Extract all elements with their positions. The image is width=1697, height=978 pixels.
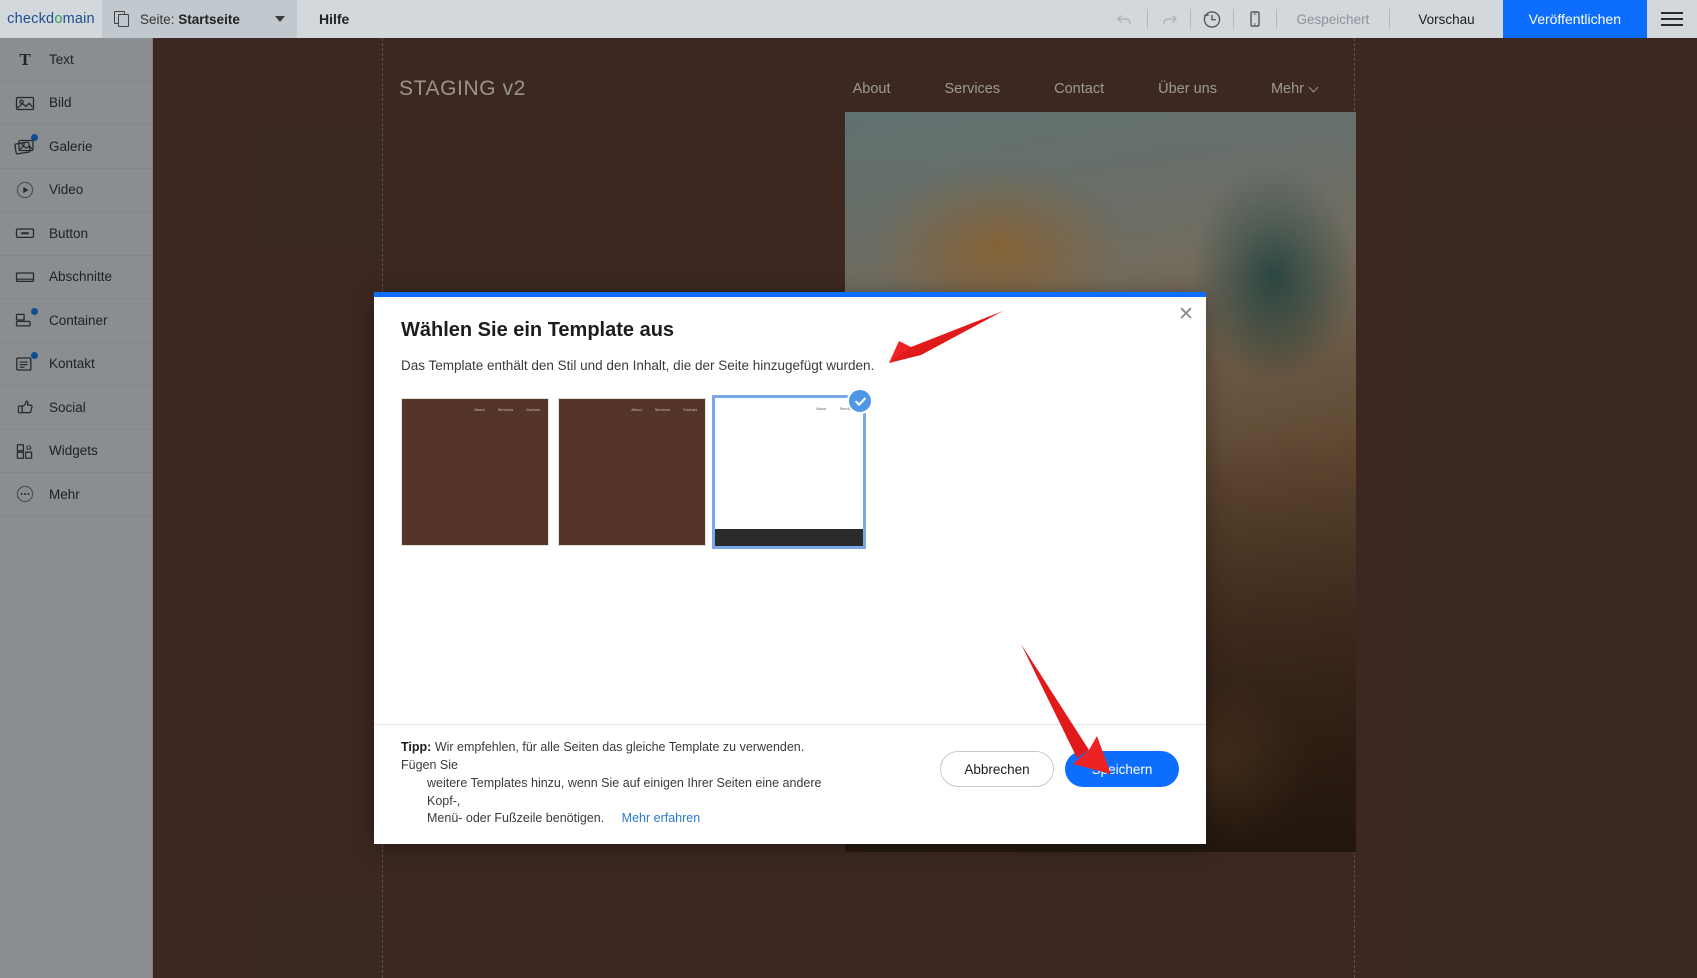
template-preview-nav-2: About Services Contact bbox=[631, 408, 697, 412]
tip-line-2: weitere Templates hinzu, wenn Sie auf ei… bbox=[401, 775, 837, 811]
toolbar-spacer bbox=[371, 0, 1104, 38]
preview-button[interactable]: Vorschau bbox=[1390, 0, 1502, 38]
tip-line-3: Menü- oder Fußzeile benötigen. bbox=[427, 811, 604, 825]
dialog-buttons: Abbrechen Speichern bbox=[940, 739, 1179, 787]
chevron-down-icon bbox=[275, 16, 285, 22]
redo-button[interactable] bbox=[1148, 0, 1190, 38]
page-selector-name: Startseite bbox=[178, 12, 240, 27]
template-preview-nav-1: About Services Contact bbox=[474, 408, 540, 412]
page-selector[interactable]: Seite: Startseite bbox=[102, 0, 297, 38]
checkdomain-logo[interactable]: checkdomain bbox=[0, 0, 102, 38]
dialog-subtitle: Das Template enthält den Stil und den In… bbox=[401, 358, 1179, 373]
tpl3-nav-about: About bbox=[816, 407, 826, 411]
selected-template-checkmark bbox=[847, 388, 873, 414]
mobile-device-icon[interactable] bbox=[1234, 0, 1276, 38]
tip-text: Tipp: Wir empfehlen, für alle Seiten das… bbox=[401, 739, 837, 828]
pages-icon bbox=[114, 11, 131, 28]
dialog-body: Wählen Sie ein Template aus Das Template… bbox=[374, 297, 1206, 724]
template-preview-3: About Services bbox=[715, 398, 863, 546]
template-preview-footer-3 bbox=[715, 529, 863, 546]
template-thumbnail-list: About Services Contact About Services Co… bbox=[401, 398, 1179, 549]
dialog-title: Wählen Sie ein Template aus bbox=[401, 319, 1179, 342]
page-selector-prefix: Seite: bbox=[140, 12, 175, 27]
tip-label: Tipp: bbox=[401, 740, 431, 754]
history-clock-icon[interactable] bbox=[1191, 0, 1233, 38]
close-x-icon[interactable]: ✕ bbox=[1178, 305, 1194, 324]
undo-button[interactable] bbox=[1105, 0, 1147, 38]
logo-text-part3: main bbox=[63, 11, 95, 27]
cancel-button[interactable]: Abbrechen bbox=[940, 751, 1054, 787]
help-button[interactable]: Hilfe bbox=[297, 0, 371, 38]
template-option-1[interactable]: About Services Contact bbox=[401, 398, 549, 546]
tip-line-1: Wir empfehlen, für alle Seiten das gleic… bbox=[401, 740, 804, 772]
tpl2-nav-about: About bbox=[631, 408, 641, 412]
tpl1-nav-services: Services bbox=[498, 408, 513, 412]
hamburger-menu-icon[interactable] bbox=[1647, 0, 1697, 38]
saved-status: Gespeichert bbox=[1277, 0, 1390, 38]
tpl1-nav-about: About bbox=[474, 408, 484, 412]
toolbar-actions: Gespeichert Vorschau Veröffentlichen bbox=[1105, 0, 1697, 38]
template-preview-1: About Services Contact bbox=[402, 399, 548, 545]
logo-text-part1: checkd bbox=[7, 11, 54, 27]
tpl2-nav-contact: Contact bbox=[683, 408, 697, 412]
tpl2-nav-services: Services bbox=[655, 408, 670, 412]
save-button[interactable]: Speichern bbox=[1065, 751, 1179, 787]
template-picker-dialog: ✕ Wählen Sie ein Template aus Das Templa… bbox=[374, 292, 1206, 844]
tpl1-nav-contact: Contact bbox=[526, 408, 540, 412]
dialog-footer: Tipp: Wir empfehlen, für alle Seiten das… bbox=[374, 724, 1206, 844]
template-preview-2: About Services Contact bbox=[559, 399, 705, 545]
top-toolbar: checkdomain Seite: Startseite Hilfe Gesp… bbox=[0, 0, 1697, 38]
logo-text-part2: o bbox=[54, 11, 62, 27]
template-option-3[interactable]: About Services bbox=[712, 395, 866, 549]
publish-button[interactable]: Veröffentlichen bbox=[1503, 0, 1647, 38]
template-option-2[interactable]: About Services Contact bbox=[558, 398, 706, 546]
learn-more-link[interactable]: Mehr erfahren bbox=[622, 811, 701, 825]
